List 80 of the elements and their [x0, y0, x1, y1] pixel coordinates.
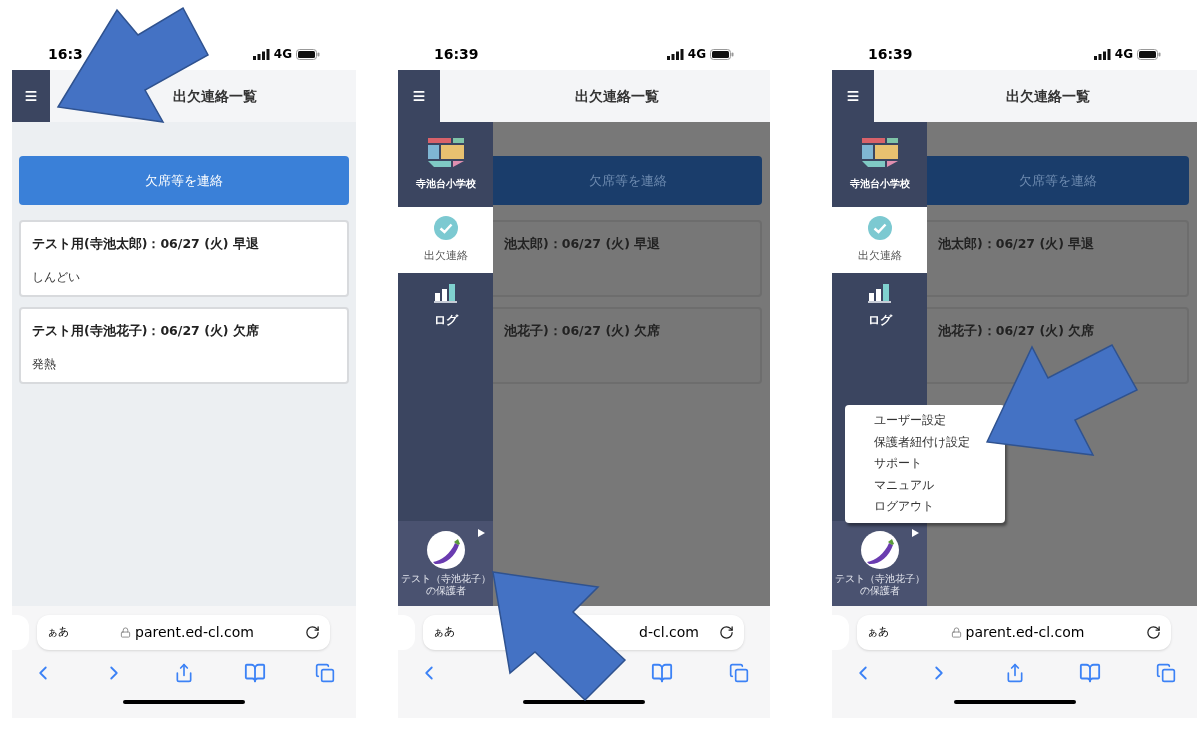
card-title: 池太郎)：06/27 (火) 早退: [504, 235, 662, 253]
bar-chart-icon: [433, 283, 458, 303]
user-name: テスト（寺池花子）: [834, 572, 925, 585]
status-time: 16:39: [434, 44, 479, 64]
network-label: 4G: [687, 46, 706, 63]
reload-icon[interactable]: [305, 625, 320, 640]
card-title: 池太郎)：06/27 (火) 早退: [938, 235, 1096, 253]
menu-button[interactable]: [398, 70, 440, 122]
absence-card[interactable]: テスト用(寺池太郎)：06/27 (火) 早退 しんどい: [19, 220, 349, 297]
user-panel[interactable]: テスト（寺池花子） の保護者: [398, 521, 493, 606]
text-size-label: ぁあ: [433, 624, 455, 641]
bookmarks-icon[interactable]: [1079, 662, 1102, 684]
check-circle-icon: [867, 215, 892, 240]
menu-button[interactable]: [12, 70, 50, 122]
check-circle-icon: [433, 215, 458, 240]
drawer-item[interactable]: 出欠連絡: [398, 207, 493, 273]
reload-icon[interactable]: [1146, 625, 1161, 640]
school-name: 寺池台小学校: [849, 177, 910, 191]
user-role: の保護者: [425, 584, 466, 597]
user-role: の保護者: [859, 584, 900, 597]
eggplant-avatar-icon: [426, 530, 465, 569]
status-time: 16:39: [868, 44, 913, 64]
tabs-icon[interactable]: [729, 663, 749, 683]
bar-chart-icon: [867, 283, 892, 303]
menu-icon: [846, 89, 860, 103]
report-absence-button[interactable]: 欠席等を連絡: [19, 156, 349, 205]
page-title: 出欠連絡一覧: [1005, 86, 1090, 106]
share-icon[interactable]: [174, 663, 194, 683]
absence-card[interactable]: 池花子)：06/27 (火) 欠席: [493, 307, 762, 384]
school-name: 寺池台小学校: [415, 177, 476, 191]
card-note: しんどい: [32, 268, 81, 286]
url-text: parent.ed-cl.com: [135, 623, 254, 642]
card-title: 池花子)：06/27 (火) 欠席: [938, 322, 1096, 340]
user-panel[interactable]: テスト（寺池花子） の保護者: [832, 521, 927, 606]
bookmarks-icon[interactable]: [650, 662, 673, 684]
menu-item[interactable]: サポート: [874, 453, 1005, 475]
card-note: 発熱: [32, 355, 57, 373]
play-icon: [912, 529, 919, 537]
page-title: 出欠連絡一覧: [575, 86, 659, 106]
menu-item[interactable]: ログアウト: [874, 496, 1005, 518]
menu-button[interactable]: [832, 70, 874, 122]
battery-icon: [1137, 48, 1161, 60]
absence-card[interactable]: 池太郎)：06/27 (火) 早退: [927, 220, 1189, 297]
eggplant-avatar-icon: [860, 530, 899, 569]
school-logo-icon: [427, 138, 464, 168]
battery-icon: [296, 48, 320, 60]
absence-card[interactable]: テスト用(寺池花子)：06/27 (火) 欠席 発熱: [19, 307, 349, 384]
lock-icon: [120, 627, 132, 638]
tabs-icon[interactable]: [1156, 663, 1176, 683]
status-time: 16:3: [48, 44, 83, 64]
address-bar[interactable]: ぁあ parent.ed-cl.com: [857, 615, 1171, 650]
card-title: テスト用(寺池太郎)：06/27 (火) 早退: [32, 235, 260, 253]
menu-icon: [24, 89, 38, 103]
address-bar[interactable]: ぁあ parent.ed-cl.com: [37, 615, 330, 650]
network-label: 4G: [1114, 46, 1133, 63]
user-name: テスト（寺池花子）: [400, 572, 491, 585]
card-title: テスト用(寺池花子)：06/27 (火) 欠席: [32, 322, 260, 340]
drawer-item[interactable]: ログ: [398, 273, 493, 339]
reload-icon[interactable]: [719, 625, 734, 640]
tabs-icon[interactable]: [315, 663, 335, 683]
school-logo-icon: [861, 138, 898, 168]
text-size-label: ぁあ: [47, 624, 69, 641]
card-title: 池花子)：06/27 (火) 欠席: [504, 322, 662, 340]
signal-icon: [1093, 48, 1111, 60]
play-icon: [478, 529, 485, 537]
url-text: d-cl.com: [639, 623, 699, 642]
absence-card[interactable]: 池太郎)：06/27 (火) 早退: [493, 220, 762, 297]
text-size-label: ぁあ: [867, 624, 889, 641]
drawer-item[interactable]: ログ: [832, 273, 927, 339]
network-label: 4G: [273, 46, 292, 63]
lock-icon: [950, 627, 962, 638]
bookmarks-icon[interactable]: [243, 662, 266, 684]
drawer-item[interactable]: 出欠連絡: [832, 207, 927, 273]
battery-icon: [710, 48, 734, 60]
signal-icon: [252, 48, 270, 60]
signal-icon: [666, 48, 684, 60]
page-title: 出欠連絡一覧: [173, 86, 257, 106]
menu-icon: [412, 89, 426, 103]
url-text: parent.ed-cl.com: [965, 623, 1085, 642]
menu-item[interactable]: マニュアル: [874, 474, 1005, 496]
